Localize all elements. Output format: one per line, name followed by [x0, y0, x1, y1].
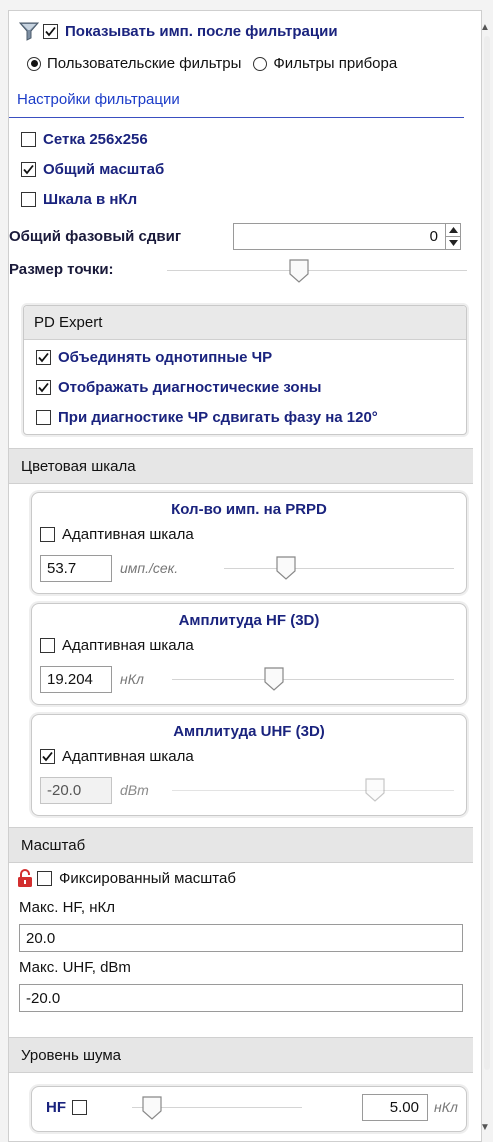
- show-after-filter-row: Показывать имп. после фильтрации: [19, 21, 338, 41]
- uhf-unit: dBm: [120, 782, 149, 798]
- radio-device-filters[interactable]: [253, 56, 268, 71]
- prpd-adaptive-row: Адаптивная шкала: [40, 526, 194, 543]
- uhf-adaptive-label: Адаптивная шкала: [62, 748, 194, 765]
- show-after-filter-label: Показывать имп. после фильтрации: [65, 22, 338, 40]
- hf-adaptive-row: Адаптивная шкала: [40, 637, 194, 654]
- max-uhf-input[interactable]: -20.0: [19, 984, 463, 1012]
- noise-hf-checkbox[interactable]: [72, 1100, 87, 1115]
- uhf-value: -20.0: [47, 782, 82, 799]
- hf-amplitude-group: Амплитуда HF (3D) Адаптивная шкала 19.20…: [31, 603, 467, 705]
- spin-down-icon[interactable]: [446, 237, 461, 249]
- fixed-scale-label: Фиксированный масштаб: [59, 869, 236, 887]
- noise-hf-group: HF 5.00 нКл: [31, 1086, 467, 1132]
- pd-expert-zones-checkbox[interactable]: [36, 380, 51, 395]
- prpd-adaptive-label: Адаптивная шкала: [62, 526, 194, 543]
- nc-scale-checkbox[interactable]: [21, 192, 36, 207]
- noise-header: Уровень шума: [9, 1037, 473, 1073]
- vertical-scrollbar[interactable]: [484, 36, 490, 1070]
- hf-adaptive-checkbox[interactable]: [40, 638, 55, 653]
- hf-slider-track: [172, 679, 454, 680]
- pd-expert-shift-label: При диагностике ЧР сдвигать фазу на 120°: [58, 409, 378, 426]
- pd-expert-shift-checkbox[interactable]: [36, 410, 51, 425]
- pd-expert-group: PD Expert Объединять однотипные ЧР Отобр…: [23, 305, 467, 435]
- lock-icon[interactable]: [17, 868, 33, 888]
- uhf-adaptive-checkbox[interactable]: [40, 749, 55, 764]
- fixed-scale-checkbox[interactable]: [37, 870, 52, 886]
- fixed-scale-row: Фиксированный масштаб: [17, 868, 236, 888]
- common-scale-checkbox[interactable]: [21, 162, 36, 177]
- hf-unit: нКл: [120, 671, 144, 687]
- noise-hf-value: 5.00: [389, 1099, 419, 1116]
- grid-row: Сетка 256x256: [21, 131, 148, 148]
- max-hf-input[interactable]: 20.0: [19, 924, 463, 952]
- spin-up-icon[interactable]: [446, 224, 461, 237]
- pd-expert-item-shift: При диагностике ЧР сдвигать фазу на 120°: [36, 409, 378, 426]
- pd-expert-item-zones: Отображать диагностические зоны: [36, 379, 321, 396]
- nc-scale-label: Шкала в нКл: [43, 191, 138, 208]
- hf-amplitude-title: Амплитуда HF (3D): [178, 612, 320, 629]
- prpd-slider-track: [224, 568, 454, 569]
- prpd-count-title: Кол-во имп. на PRPD: [171, 501, 327, 518]
- noise-hf-row: HF: [46, 1099, 94, 1116]
- phase-shift-label: Общий фазовый сдвиг: [9, 228, 182, 245]
- max-hf-label: Макс. HF, нКл: [19, 899, 116, 916]
- color-scale-header: Цветовая шкала: [9, 448, 473, 484]
- phase-shift-input[interactable]: 0: [233, 223, 461, 250]
- scroll-up-icon[interactable]: ▲: [480, 22, 490, 33]
- phase-shift-value: 0: [429, 228, 438, 245]
- pd-expert-zones-label: Отображать диагностические зоны: [58, 379, 322, 396]
- prpd-slider-thumb[interactable]: [276, 556, 296, 584]
- pd-expert-merge-label: Объединять однотипные ЧР: [58, 349, 273, 366]
- point-size-label: Размер точки:: [9, 261, 114, 278]
- grid-label: Сетка 256x256: [43, 131, 148, 148]
- hf-value: 19.204: [47, 671, 93, 688]
- noise-hf-unit: нКл: [434, 1099, 458, 1115]
- noise-hf-value-input[interactable]: 5.00: [362, 1094, 428, 1121]
- noise-hf-label: HF: [46, 1099, 66, 1116]
- max-hf-value: 20.0: [26, 929, 56, 947]
- filter-funnel-icon: [19, 21, 39, 41]
- pd-expert-item-merge: Объединять однотипные ЧР: [36, 349, 272, 366]
- uhf-amplitude-group: Амплитуда UHF (3D) Адаптивная шкала -20.…: [31, 714, 467, 816]
- prpd-adaptive-checkbox[interactable]: [40, 527, 55, 542]
- prpd-value-input[interactable]: 53.7: [40, 555, 112, 582]
- uhf-slider-track: [172, 790, 454, 791]
- pd-expert-header: PD Expert: [24, 306, 466, 340]
- prpd-value: 53.7: [47, 560, 77, 577]
- grid-checkbox[interactable]: [21, 132, 36, 147]
- max-uhf-label: Макс. UHF, dBm: [19, 959, 131, 976]
- scale-header: Масштаб: [9, 827, 473, 863]
- prpd-count-group: Кол-во имп. на PRPD Адаптивная шкала 53.…: [31, 492, 467, 594]
- pd-expert-merge-checkbox[interactable]: [36, 350, 51, 365]
- point-size-track: [167, 270, 467, 271]
- common-scale-row: Общий масштаб: [21, 161, 164, 178]
- show-after-filter-checkbox[interactable]: [43, 23, 58, 39]
- phase-shift-spinner[interactable]: [445, 224, 461, 249]
- filter-source-radios: Пользовательские фильтры Фильтры прибора: [27, 55, 397, 72]
- uhf-slider-thumb[interactable]: [365, 778, 385, 806]
- hf-value-input[interactable]: 19.204: [40, 666, 112, 693]
- common-scale-label: Общий масштаб: [43, 161, 165, 178]
- radio-user-filters[interactable]: [27, 56, 41, 71]
- hf-slider-thumb[interactable]: [263, 667, 284, 695]
- point-size-slider-thumb[interactable]: [289, 259, 309, 287]
- nc-scale-row: Шкала в нКл: [21, 191, 137, 208]
- filter-settings-link[interactable]: Настройки фильтрации: [17, 91, 180, 108]
- noise-hf-slider-thumb[interactable]: [142, 1096, 162, 1124]
- hf-adaptive-label: Адаптивная шкала: [62, 637, 194, 654]
- prpd-unit: имп./сек.: [120, 560, 179, 576]
- radio-user-filters-label: Пользовательские фильтры: [47, 55, 242, 72]
- scroll-down-icon[interactable]: ▼: [480, 1122, 490, 1133]
- uhf-value-input[interactable]: -20.0: [40, 777, 112, 804]
- settings-panel: Показывать имп. после фильтрации Пользов…: [8, 10, 482, 1142]
- link-underline-divider: [9, 117, 464, 118]
- uhf-adaptive-row: Адаптивная шкала: [40, 748, 194, 765]
- uhf-amplitude-title: Амплитуда UHF (3D): [173, 723, 325, 740]
- radio-device-filters-label: Фильтры прибора: [273, 55, 398, 72]
- max-uhf-value: -20.0: [26, 989, 61, 1007]
